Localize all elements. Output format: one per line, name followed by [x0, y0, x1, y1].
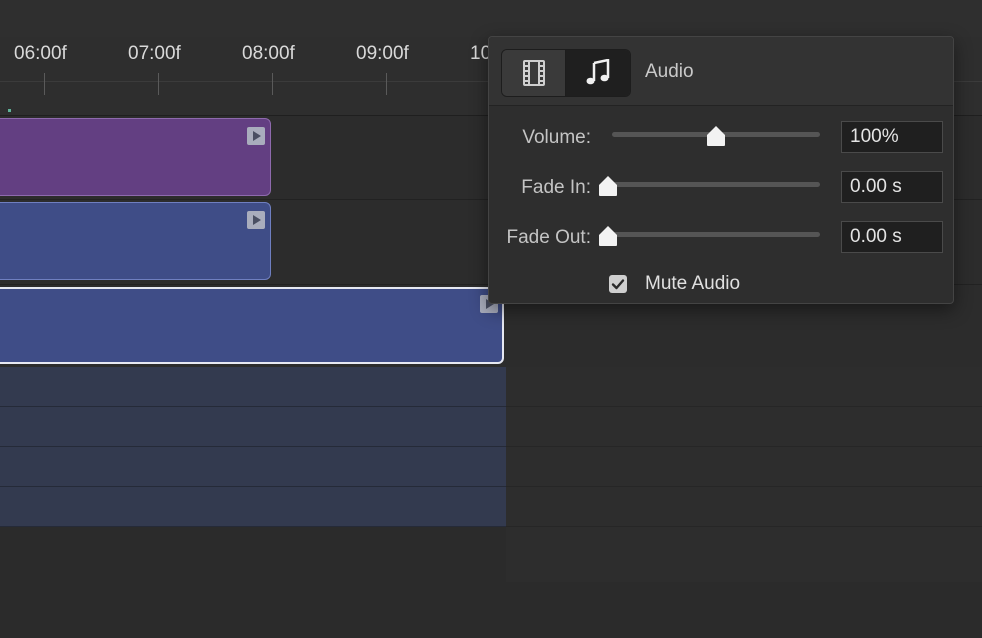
clip-play-icon[interactable] [247, 211, 265, 229]
audio-settings-panel: Audio Volume: 100% Fade In: 0.00 s Fade … [488, 36, 954, 304]
timeline-clip-blue[interactable] [0, 202, 271, 280]
ruler-label: 08:00f [242, 43, 295, 64]
top-toolbar [0, 0, 982, 37]
mute-audio-checkbox[interactable] [609, 275, 627, 293]
timeline-empty-area [506, 367, 982, 582]
volume-slider-knob[interactable] [705, 125, 727, 147]
fade-in-label: Fade In: [521, 177, 591, 198]
ruler-label: 09:00f [356, 43, 409, 64]
lane-divider [506, 446, 982, 447]
mute-audio-label[interactable]: Mute Audio [645, 273, 740, 295]
empty-lane [0, 487, 506, 527]
film-icon [522, 60, 545, 86]
media-type-segmented-control [501, 49, 631, 97]
video-tab-button[interactable] [502, 50, 566, 96]
fade-in-slider-knob[interactable] [597, 175, 619, 197]
ruler-tick [272, 73, 273, 95]
lane-divider [506, 406, 982, 407]
timeline-clip-selected[interactable] [0, 287, 504, 364]
fade-out-label: Fade Out: [506, 227, 592, 248]
ruler-label: 06:00f [14, 43, 67, 64]
empty-lane [0, 447, 506, 487]
ruler-label: 07:00f [128, 43, 181, 64]
playhead-marker[interactable] [8, 109, 11, 112]
panel-header: Audio [489, 37, 953, 106]
timeline-clip-purple[interactable] [0, 118, 271, 196]
empty-lane [0, 367, 506, 407]
clip-play-icon[interactable] [247, 127, 265, 145]
panel-title: Audio [645, 61, 694, 82]
lane-divider [506, 526, 982, 527]
lane-divider [506, 486, 982, 487]
fade-in-slider[interactable] [602, 182, 820, 187]
ruler-tick [44, 73, 45, 95]
music-note-icon [586, 59, 610, 85]
empty-lane [0, 407, 506, 447]
fade-out-value-field[interactable]: 0.00 s [841, 221, 943, 253]
volume-value-field[interactable]: 100% [841, 121, 943, 153]
audio-tab-button[interactable] [566, 50, 630, 96]
fade-in-value-field[interactable]: 0.00 s [841, 171, 943, 203]
checkmark-icon [611, 279, 625, 290]
fade-out-slider[interactable] [602, 232, 820, 237]
fade-out-slider-knob[interactable] [597, 225, 619, 247]
volume-label: Volume: [522, 127, 591, 148]
ruler-tick [158, 73, 159, 95]
ruler-tick [386, 73, 387, 95]
